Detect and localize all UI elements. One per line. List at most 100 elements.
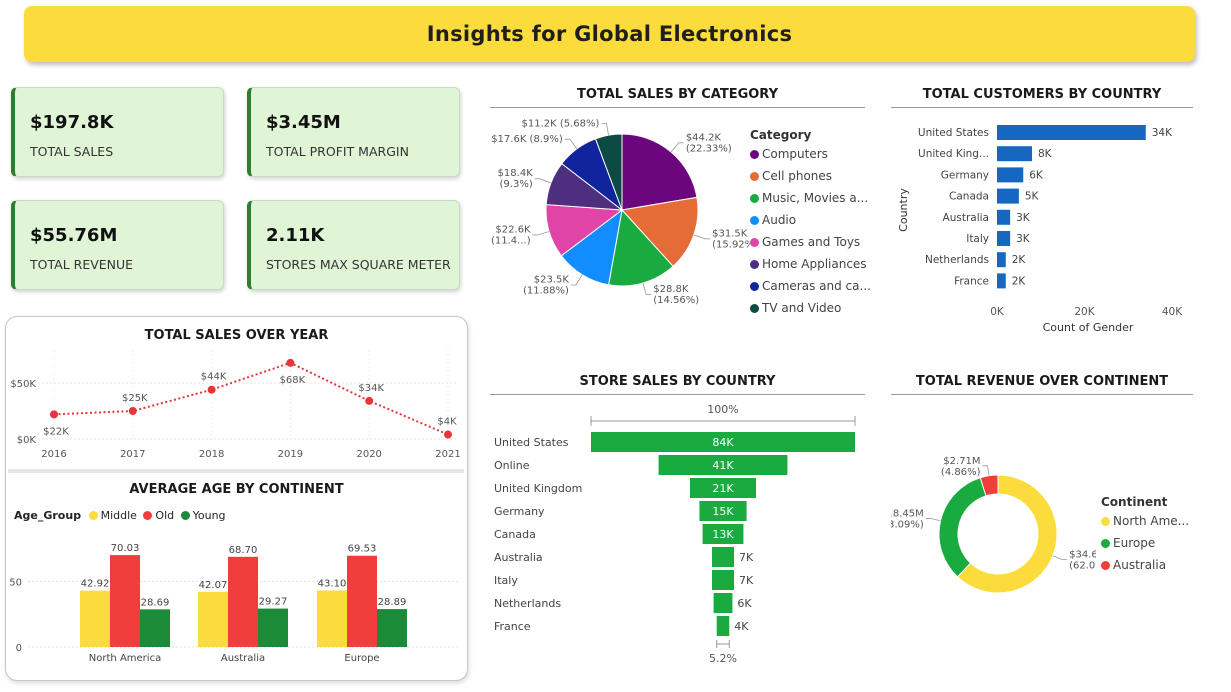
legend-dot-icon: [750, 282, 759, 291]
legend-item[interactable]: Audio: [750, 213, 796, 227]
leader-line: [570, 274, 583, 286]
pie-data-label: $18.4K (9.3%): [498, 168, 534, 190]
bar: [377, 609, 407, 647]
funnel-data-label: 13K: [712, 528, 734, 541]
bar-data-label: 34K: [1152, 127, 1173, 139]
sales-over-year-chart[interactable]: $50K $0K $22K 2016 $25K 2017 $44K 2018 $68K 2019 $…: [8, 345, 464, 465]
age-legend-title: Age_Group: [14, 509, 82, 522]
x-tick-label: 20K: [1074, 306, 1095, 318]
legend-item[interactable]: Games and Toys: [750, 235, 860, 249]
bar-data-label: 68.70: [229, 545, 258, 556]
store-sales-funnel[interactable]: 100% United States 84K Online 41K United King…: [490, 398, 865, 673]
bar: [997, 146, 1032, 162]
pie-data-label: $17.6K (8.9%): [491, 134, 563, 145]
funnel-data-label: 41K: [712, 459, 734, 472]
bar-data-label: 42.07: [199, 580, 228, 591]
leader-line: [534, 178, 552, 184]
title-underline: [490, 394, 865, 395]
title-underline: [490, 107, 865, 108]
bar-data-label: 2K: [1012, 275, 1027, 287]
kpi-card-total-sales[interactable]: $197.8K TOTAL SALES: [11, 87, 224, 177]
x-tick-label: 2018: [199, 449, 224, 460]
bar-data-label: 69.53: [348, 544, 377, 555]
x-tick-label: Australia: [221, 653, 265, 664]
legend-item-young[interactable]: Young: [180, 509, 226, 522]
point-data-label: $22K: [43, 426, 69, 437]
bar-data-label: 43.10: [318, 578, 347, 589]
kpi-card-total-revenue[interactable]: $55.76M TOTAL REVENUE: [11, 200, 224, 290]
x-tick-label: 2016: [41, 449, 66, 460]
funnel-category-label: Online: [494, 459, 530, 472]
x-tick-label: 2017: [120, 449, 145, 460]
point-data-label: $34K: [358, 383, 384, 394]
legend-item[interactable]: Home Appliances: [750, 257, 867, 271]
kpi-card-stores-sqm[interactable]: 2.11K STORES MAX SQUARE METER: [247, 200, 460, 290]
bar-category-label: Italy: [966, 233, 989, 245]
point-data-label: $4K: [437, 417, 457, 428]
bar-category-label: Canada: [949, 191, 989, 203]
data-point: [444, 430, 452, 439]
legend-dot-icon: [750, 194, 759, 203]
legend-dot-icon: [750, 304, 759, 313]
x-tick-label: 2021: [435, 449, 460, 460]
legend-item[interactable]: TV and Video: [750, 301, 841, 315]
funnel-category-label: Netherlands: [494, 597, 561, 610]
kpi-card-profit-margin[interactable]: $3.45M TOTAL PROFIT MARGIN: [247, 87, 460, 177]
leader-line: [532, 231, 550, 236]
funnel-bar: [713, 593, 733, 613]
legend-item[interactable]: North Ame...: [1101, 514, 1189, 528]
funnel-data-label: 84K: [712, 436, 734, 449]
leader-line: [1052, 555, 1068, 560]
funnel-data-label: 7K: [739, 574, 754, 587]
legend-dot-icon: [1101, 539, 1110, 548]
bar: [997, 252, 1006, 268]
bar: [997, 188, 1019, 204]
sales-year-title: TOTAL SALES OVER YEAR: [144, 328, 329, 343]
point-data-label: $25K: [122, 393, 148, 404]
bar: [997, 125, 1146, 140]
average-age-chart[interactable]: 50 0 42.92 70.03 28.69 North America 42.07 68.7…: [8, 530, 464, 670]
funnel-category-label: Italy: [494, 574, 518, 587]
kpi-value: 2.11K: [266, 225, 325, 246]
kpi-value: $3.45M: [266, 112, 341, 133]
legend-item[interactable]: Music, Movies a...: [750, 191, 868, 205]
revenue-by-continent-donut[interactable]: $34.60M(62.05%) $18.45M(33.09%) $2.71M(4.8…: [891, 398, 1096, 638]
bar-category-label: Australia: [943, 212, 989, 224]
bar-category-label: United King...: [918, 148, 989, 160]
funnel-bottom-label: 5.2%: [709, 652, 737, 665]
legend-dot-icon: [1101, 561, 1110, 570]
funnel-category-label: Germany: [494, 505, 545, 518]
bar: [997, 167, 1024, 183]
customers-by-country-chart[interactable]: United States 34K United King... 8K Germany 6…: [891, 112, 1193, 337]
legend-item[interactable]: Cameras and ca...: [750, 279, 871, 293]
legend-label: Cell phones: [762, 169, 833, 183]
legend-item[interactable]: Australia: [1101, 558, 1166, 572]
donut-slice: [938, 477, 987, 578]
bar: [997, 273, 1006, 289]
legend-item[interactable]: Europe: [1101, 536, 1155, 550]
y-tick-label: $50K: [10, 379, 36, 390]
legend-label: Games and Toys: [762, 235, 861, 249]
leader-line: [982, 465, 990, 476]
revenue-title: TOTAL REVENUE OVER CONTINENT: [915, 374, 1169, 389]
funnel-category-label: France: [494, 620, 531, 633]
legend-item[interactable]: Computers: [750, 147, 828, 161]
y-tick-label: $0K: [17, 435, 37, 446]
funnel-bar: [712, 570, 734, 590]
legend-dot-icon: [750, 150, 759, 159]
leader-line: [693, 234, 711, 240]
legend-label: Music, Movies a...: [762, 191, 869, 205]
legend-item-middle[interactable]: Middle: [88, 509, 137, 522]
funnel-category-label: United States: [494, 436, 569, 449]
point-data-label: $44K: [201, 372, 227, 383]
bar-category-label: France: [954, 275, 989, 287]
kpi-value: $197.8K: [30, 112, 114, 133]
legend-item-old[interactable]: Old: [143, 509, 174, 522]
legend-label: Cameras and ca...: [762, 279, 871, 293]
sales-by-category-pie[interactable]: $44.2K(22.33%) $31.5K(15.92%) $28.8K(14.56…: [490, 112, 750, 327]
pie-data-label: $23.5K (11.88%): [523, 274, 569, 296]
legend-label: Australia: [1113, 558, 1167, 572]
donut-data-label: $18.45M(33.09%): [891, 509, 924, 531]
legend-item[interactable]: Cell phones: [750, 169, 832, 183]
bar: [997, 231, 1011, 246]
